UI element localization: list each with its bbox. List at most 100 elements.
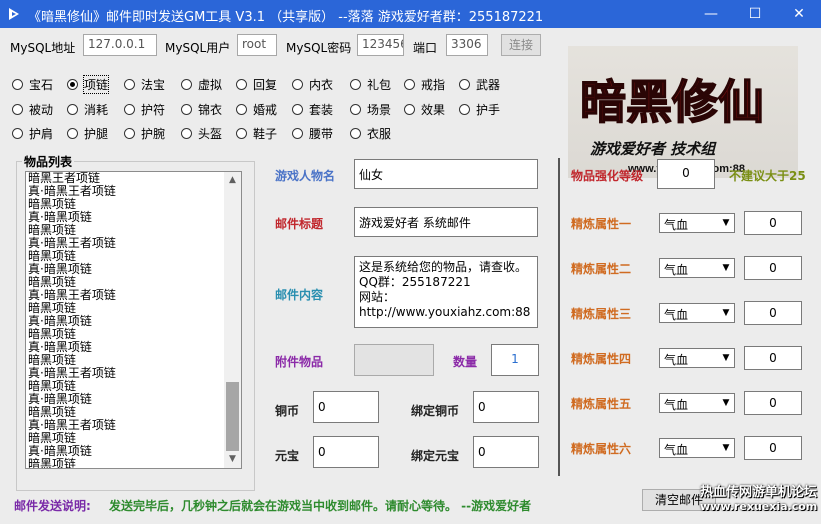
radio-circle-icon[interactable] [124,104,135,115]
category-radio[interactable]: 消耗 [67,101,108,118]
chevron-down-icon[interactable]: ▼ [718,259,734,277]
radio-circle-icon[interactable] [236,79,247,90]
refine-attribute-select[interactable]: 气血 ▼ [659,258,735,278]
port-label: 端口 [413,41,438,55]
refine-attribute-select[interactable]: 气血 ▼ [659,393,735,413]
category-radio[interactable]: 腰带 [292,125,333,142]
category-radio[interactable]: 宝石 [12,76,53,93]
radio-circle-icon[interactable] [236,128,247,139]
radio-circle-icon[interactable] [350,79,361,90]
chevron-down-icon[interactable]: ▼ [718,439,734,457]
port-input[interactable]: 3306 [446,34,488,56]
attachment-field[interactable] [354,344,434,376]
bound-copper-input[interactable]: 0 [473,391,539,423]
radio-circle-icon[interactable] [350,104,361,115]
character-name-input[interactable]: 仙女 [354,159,538,189]
scroll-thumb[interactable] [226,382,239,451]
connect-button[interactable]: 连接 [501,34,541,56]
quantity-input[interactable]: 1 [491,344,539,376]
enhance-level-input[interactable]: 0 [657,159,715,189]
category-radio[interactable]: 婚戒 [236,101,277,118]
scroll-down-icon[interactable]: ▼ [224,451,241,468]
radio-circle-icon[interactable] [459,79,470,90]
category-radio-label: 护手 [476,103,501,117]
mysql-host-input[interactable]: 127.0.0.1 [83,34,157,56]
radio-circle-icon[interactable] [12,128,23,139]
radio-circle-icon[interactable] [12,79,23,90]
radio-circle-icon[interactable] [404,104,415,115]
refine-value-input[interactable]: 0 [744,211,802,235]
refine-attribute-select[interactable]: 气血 ▼ [659,213,735,233]
radio-circle-icon[interactable] [67,128,78,139]
category-radio[interactable]: 法宝 [124,76,165,93]
category-radio[interactable]: 套装 [292,101,333,118]
category-radio[interactable]: 头盔 [181,125,222,142]
category-radio[interactable]: 鞋子 [236,125,277,142]
radio-circle-icon[interactable] [404,79,415,90]
mail-subject-input[interactable]: 游戏爱好者 系统邮件 [354,207,538,237]
category-radio[interactable]: 护肩 [12,125,53,142]
mysql-password-input[interactable]: 123456 [357,34,404,56]
category-radio[interactable]: 戒指 [404,76,445,93]
item-listbox[interactable]: 暗黑王者项链 真·暗黑王者项链 暗黑项链 真·暗黑项链 暗黑项链 真·暗黑王者项链 暗黑项链… [25,171,242,469]
refine-value-input[interactable]: 0 [744,256,802,280]
attachment-label: 附件物品 [275,355,324,369]
item-list-title: 物品列表 [22,153,75,170]
scroll-up-icon[interactable]: ▲ [224,172,241,189]
radio-circle-icon[interactable] [459,104,470,115]
category-radio[interactable]: 锦衣 [181,101,222,118]
refine-value-input[interactable]: 0 [744,436,802,460]
radio-circle-icon[interactable] [67,79,78,90]
radio-circle-icon[interactable] [124,79,135,90]
yuanbao-input[interactable]: 0 [313,436,379,468]
radio-circle-icon[interactable] [236,104,247,115]
radio-circle-icon[interactable] [181,79,192,90]
radio-circle-icon[interactable] [12,104,23,115]
maximize-button[interactable]: ☐ [733,0,777,28]
refine-attribute-select[interactable]: 气血 ▼ [659,303,735,323]
category-radio[interactable]: 回复 [236,76,277,93]
category-radio[interactable]: 效果 [404,101,445,118]
bound-yuanbao-input[interactable]: 0 [473,436,539,468]
category-radio[interactable]: 武器 [459,76,500,93]
copper-label: 铜币 [275,404,300,418]
refine-value-input[interactable]: 0 [744,301,802,325]
mysql-user-label: MySQL用户 [165,41,231,55]
copper-input[interactable]: 0 [313,391,379,423]
category-radio[interactable]: 护符 [124,101,165,118]
category-radio[interactable]: 护腿 [67,125,108,142]
category-radio[interactable]: 内衣 [292,76,333,93]
radio-circle-icon[interactable] [292,79,303,90]
mail-body-textarea[interactable]: 这是系统给您的物品，请查收。 QQ群：255187221 网站： http://… [354,256,538,328]
category-radio[interactable]: 项链 [67,75,110,94]
mysql-user-input[interactable]: root [237,34,277,56]
list-item[interactable]: 暗黑项链 [28,458,223,469]
refine-attribute-select[interactable]: 气血 ▼ [659,348,735,368]
category-radio[interactable]: 礼包 [350,76,391,93]
chevron-down-icon[interactable]: ▼ [718,304,734,322]
radio-circle-icon[interactable] [350,128,361,139]
radio-circle-icon[interactable] [292,128,303,139]
category-radio[interactable]: 场景 [350,101,391,118]
refine-value-input[interactable]: 0 [744,391,802,415]
send-note-label: 邮件发送说明: [14,499,91,513]
chevron-down-icon[interactable]: ▼ [718,394,734,412]
refine-label: 精炼属性四 [571,352,632,366]
radio-circle-icon[interactable] [181,104,192,115]
radio-circle-icon[interactable] [292,104,303,115]
category-radio[interactable]: 衣服 [350,125,391,142]
chevron-down-icon[interactable]: ▼ [718,214,734,232]
item-list-scrollbar[interactable]: ▲ ▼ [224,172,241,468]
minimize-button[interactable]: — [689,0,733,28]
refine-value-input[interactable]: 0 [744,346,802,370]
radio-circle-icon[interactable] [181,128,192,139]
radio-circle-icon[interactable] [67,104,78,115]
refine-attribute-select[interactable]: 气血 ▼ [659,438,735,458]
category-radio[interactable]: 虚拟 [181,76,222,93]
category-radio[interactable]: 被动 [12,101,53,118]
category-radio[interactable]: 护腕 [124,125,165,142]
close-button[interactable]: ✕ [777,0,821,28]
category-radio[interactable]: 护手 [459,101,500,118]
chevron-down-icon[interactable]: ▼ [718,349,734,367]
radio-circle-icon[interactable] [124,128,135,139]
